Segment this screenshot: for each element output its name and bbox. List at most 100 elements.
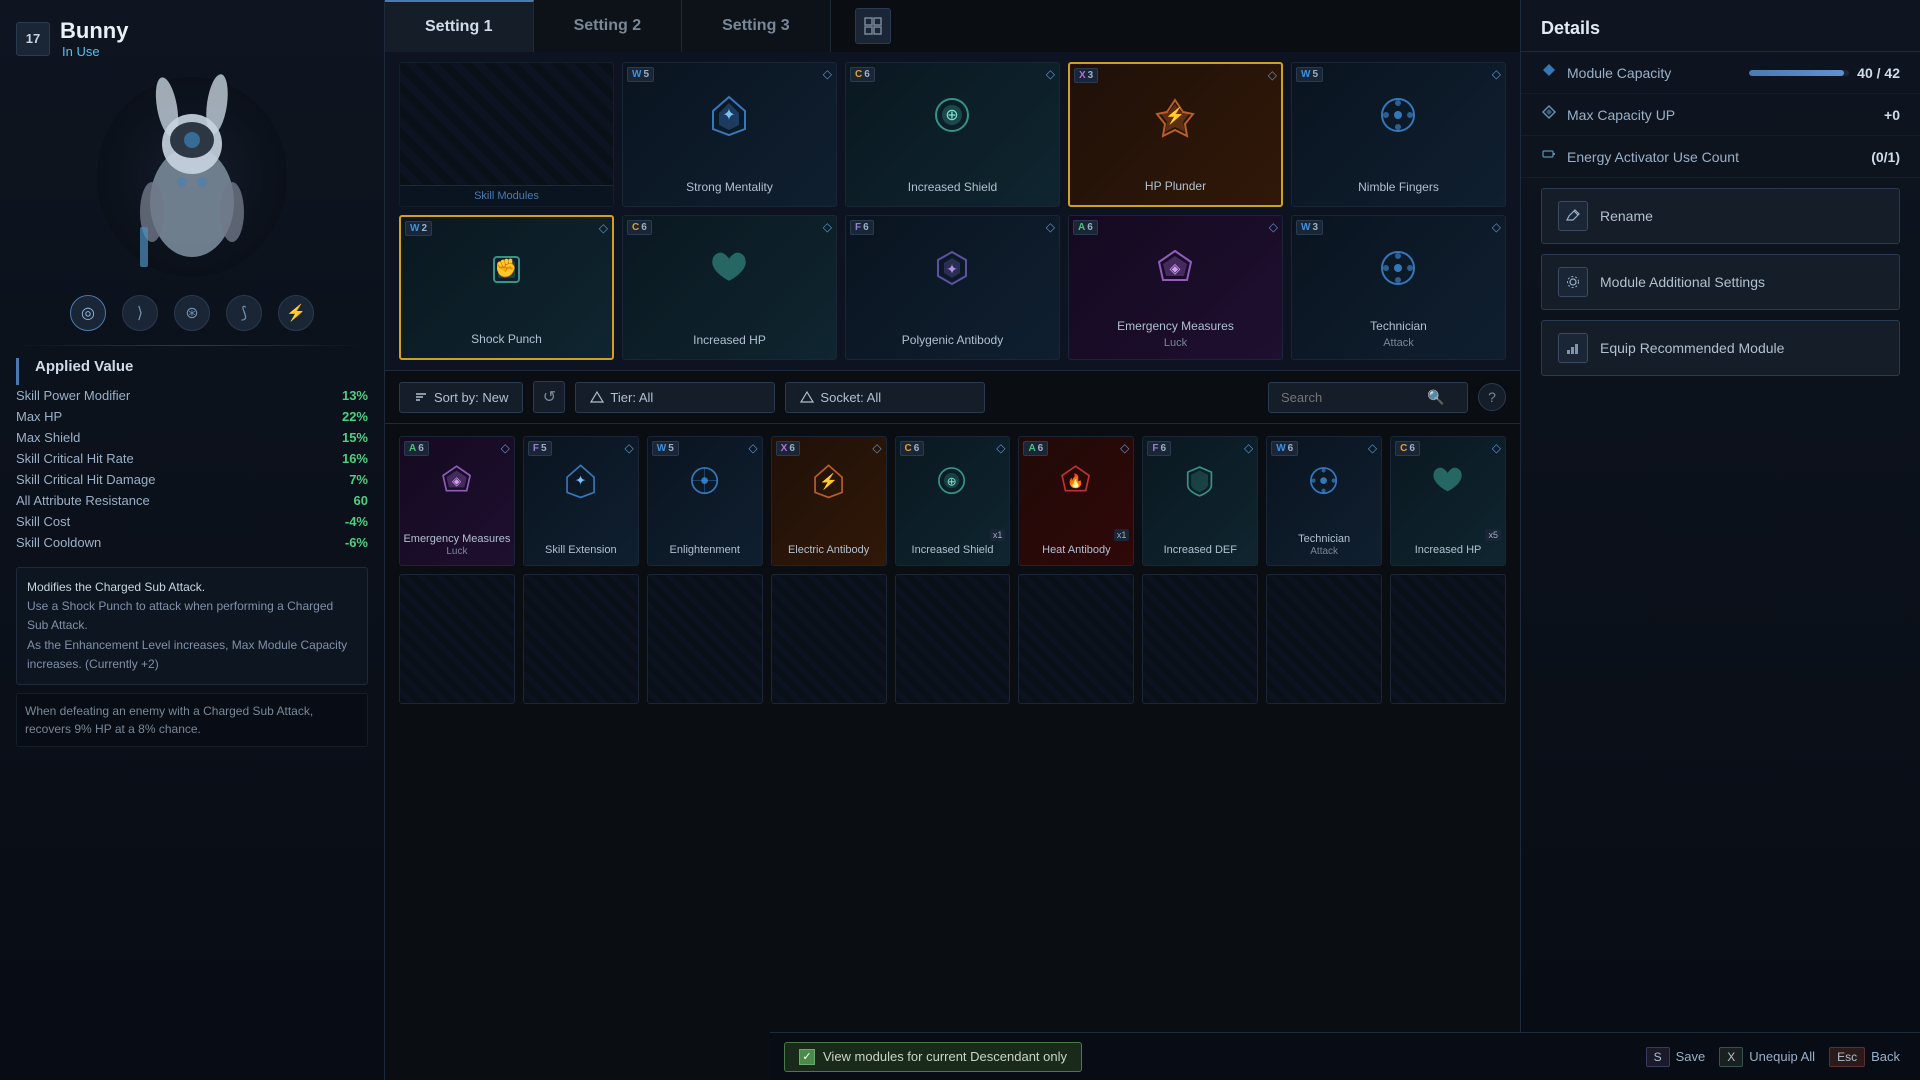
sort-button[interactable]: Sort by: New bbox=[399, 382, 523, 413]
empty-slot[interactable] bbox=[1018, 574, 1134, 704]
available-modules-grid: A6 ◇ ◈ Emergency Measures Luck F5 ◇ bbox=[385, 424, 1520, 716]
recommend-icon bbox=[1558, 333, 1588, 363]
max-capacity-row: Max Capacity UP +0 bbox=[1521, 94, 1920, 136]
module-polygenic-antibody[interactable]: F 6 ◇ ✦ Polygenic Antibody bbox=[845, 215, 1060, 360]
refresh-button[interactable]: ↺ bbox=[533, 381, 565, 413]
avail-electric-antibody[interactable]: X6 ◇ ⚡ Electric Antibody bbox=[771, 436, 887, 566]
avail-skill-extension[interactable]: F5 ◇ ✦ Skill Extension bbox=[523, 436, 639, 566]
skill-icon-5[interactable]: ⚡ bbox=[278, 295, 314, 331]
svg-text:✦: ✦ bbox=[575, 473, 587, 488]
descendant-filter-checkbox[interactable]: ✓ View modules for current Descendant on… bbox=[784, 1042, 1082, 1072]
tab-setting3[interactable]: Setting 3 bbox=[682, 0, 831, 52]
unequip-key: X bbox=[1719, 1047, 1743, 1067]
module-badge-x3: X 3 bbox=[1074, 68, 1098, 83]
capacity-label: Module Capacity bbox=[1567, 65, 1739, 81]
module-increased-hp-eq[interactable]: C 6 ◇ Increased HP bbox=[622, 215, 837, 360]
tab-setting2[interactable]: Setting 2 bbox=[534, 0, 683, 52]
avail-increased-shield[interactable]: C6 ◇ ⊕ Increased Shield x1 bbox=[895, 436, 1011, 566]
empty-slot[interactable] bbox=[1390, 574, 1506, 704]
module-icon-area bbox=[1376, 246, 1421, 291]
avail-icon: ⚡ bbox=[810, 462, 848, 507]
avail-label: Increased HP bbox=[1415, 543, 1482, 557]
back-label: Back bbox=[1871, 1049, 1900, 1064]
avail-technician[interactable]: W6 ◇ Technician Attack bbox=[1266, 436, 1382, 566]
stat-resist: All Attribute Resistance 60 bbox=[0, 490, 384, 511]
avail-label: Heat Antibody bbox=[1042, 543, 1111, 557]
avail-emergency-measures[interactable]: A6 ◇ ◈ Emergency Measures Luck bbox=[399, 436, 515, 566]
empty-slot[interactable] bbox=[399, 574, 515, 704]
capacity-value: 40 / 42 bbox=[1857, 65, 1900, 81]
empty-slot[interactable] bbox=[1266, 574, 1382, 704]
module-hp-plunder[interactable]: X 3 ◇ ⚡ HP Plunder bbox=[1068, 62, 1283, 207]
module-icon-area: ✦ bbox=[707, 93, 752, 138]
additional-settings-button[interactable]: Module Additional Settings bbox=[1541, 254, 1900, 310]
rename-label: Rename bbox=[1600, 208, 1653, 224]
polygenic-antibody-icon: ✦ bbox=[930, 246, 975, 291]
module-nimble-fingers[interactable]: W 5 ◇ Nimble Fingers bbox=[1291, 62, 1506, 207]
max-capacity-label: Max Capacity UP bbox=[1567, 107, 1874, 123]
diamond-icon: ◇ bbox=[823, 67, 832, 81]
technician-icon bbox=[1376, 246, 1421, 291]
equipped-modules-grid: Skill Modules W 5 ◇ ✦ Strong Mentality bbox=[399, 62, 1506, 207]
tier-icon bbox=[590, 390, 604, 404]
module-increased-shield[interactable]: C 6 ◇ ⊕ Increased Shield bbox=[845, 62, 1060, 207]
module-strong-mentality[interactable]: W 5 ◇ ✦ Strong Mentality bbox=[622, 62, 837, 207]
avail-icon-svg bbox=[1305, 462, 1343, 500]
save-key: S bbox=[1646, 1047, 1670, 1067]
module-badge: F5 bbox=[528, 441, 552, 456]
checkbox-icon: ✓ bbox=[799, 1049, 815, 1065]
save-button[interactable]: S Save bbox=[1646, 1047, 1706, 1067]
increased-shield-icon: ⊕ bbox=[930, 93, 975, 138]
checkbox-text: View modules for current Descendant only bbox=[823, 1049, 1067, 1064]
avail-enlightenment[interactable]: W5 ◇ Enlightenment bbox=[647, 436, 763, 566]
socket-filter[interactable]: Socket: All bbox=[785, 382, 985, 413]
avail-label: Skill Extension bbox=[545, 543, 617, 557]
description-box: Modifies the Charged Sub Attack. Use a S… bbox=[16, 567, 368, 685]
avail-icon-svg: ◈ bbox=[438, 462, 476, 500]
empty-slot[interactable] bbox=[647, 574, 763, 704]
unequip-label: Unequip All bbox=[1749, 1049, 1815, 1064]
module-capacity-row: Module Capacity 40 / 42 bbox=[1521, 52, 1920, 94]
skill-modules-slot[interactable]: Skill Modules bbox=[399, 62, 614, 207]
description-main: Modifies the Charged Sub Attack. Use a S… bbox=[27, 578, 357, 674]
tab-setting1[interactable]: Setting 1 bbox=[385, 0, 534, 52]
filter-row: Sort by: New ↺ Tier: All Socket: All 🔍 ? bbox=[385, 371, 1520, 424]
energy-icon-svg bbox=[1541, 146, 1557, 162]
help-button[interactable]: ? bbox=[1478, 383, 1506, 411]
module-emergency-measures-eq[interactable]: A 6 ◇ ◈ Emergency Measures Luck bbox=[1068, 215, 1283, 360]
module-label: HP Plunder bbox=[1145, 179, 1206, 195]
diamond-icon: ◇ bbox=[1368, 441, 1377, 455]
empty-slot[interactable] bbox=[523, 574, 639, 704]
module-badge: C6 bbox=[1395, 441, 1420, 456]
unequip-button[interactable]: X Unequip All bbox=[1719, 1047, 1815, 1067]
module-icon-area bbox=[707, 246, 752, 291]
module-technician-eq[interactable]: W 3 ◇ Technician Attack bbox=[1291, 215, 1506, 360]
search-input[interactable] bbox=[1277, 383, 1427, 412]
empty-slot[interactable] bbox=[771, 574, 887, 704]
search-icon[interactable]: 🔍 bbox=[1427, 389, 1444, 406]
avail-increased-def[interactable]: F6 ◇ Increased DEF bbox=[1142, 436, 1258, 566]
svg-text:✊: ✊ bbox=[495, 258, 517, 279]
equip-recommended-button[interactable]: Equip Recommended Module bbox=[1541, 320, 1900, 376]
module-badge-w5: W 5 bbox=[627, 67, 654, 82]
skill-icon-1[interactable]: ◎ bbox=[70, 295, 106, 331]
rename-button[interactable]: Rename bbox=[1541, 188, 1900, 244]
energy-icon bbox=[1541, 146, 1557, 167]
tier-label: Tier: All bbox=[610, 390, 653, 405]
avail-heat-antibody[interactable]: A6 ◇ 🔥 Heat Antibody x1 bbox=[1018, 436, 1134, 566]
module-shock-punch[interactable]: W 2 ◇ ✊ Shock Punch bbox=[399, 215, 614, 360]
skill-icon-4[interactable]: ⟆ bbox=[226, 295, 262, 331]
module-label: Shock Punch bbox=[471, 332, 542, 348]
diamond-icon: ◇ bbox=[1269, 220, 1278, 234]
avail-increased-hp[interactable]: C6 ◇ Increased HP x5 bbox=[1390, 436, 1506, 566]
skill-icon-3[interactable]: ⊛ bbox=[174, 295, 210, 331]
tab-grid-button[interactable] bbox=[855, 8, 891, 44]
back-button[interactable]: Esc Back bbox=[1829, 1047, 1900, 1067]
tier-filter[interactable]: Tier: All bbox=[575, 382, 775, 413]
avail-label: Emergency Measures bbox=[403, 532, 510, 546]
diamond-icon: ◇ bbox=[1492, 220, 1501, 234]
details-header: Details bbox=[1521, 0, 1920, 52]
empty-slot[interactable] bbox=[1142, 574, 1258, 704]
skill-icon-2[interactable]: ⟩ bbox=[122, 295, 158, 331]
empty-slot[interactable] bbox=[895, 574, 1011, 704]
